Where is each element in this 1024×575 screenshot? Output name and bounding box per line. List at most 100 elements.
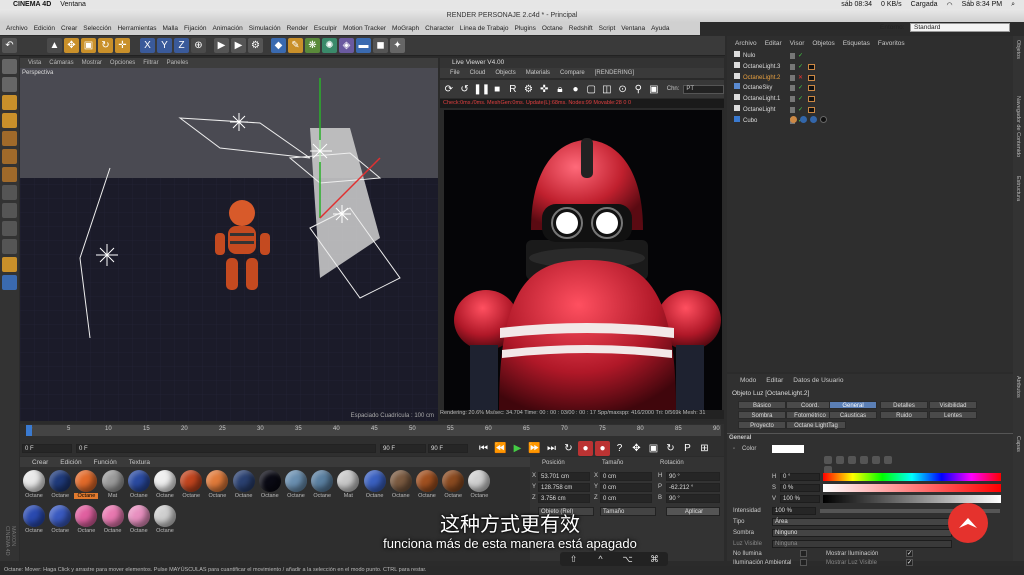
rot-p-field[interactable]: -62.212 ° [666,483,720,492]
showillum-checkbox[interactable]: ✓ [906,550,913,557]
pick-icon[interactable]: ✜ [537,82,551,97]
battery-status[interactable]: Cargada [911,1,938,8]
make-editable-icon[interactable] [2,59,17,74]
visibility-toggle[interactable] [790,85,795,92]
noillum-checkbox[interactable] [800,550,807,557]
settings-icon[interactable]: ⚙ [522,82,536,97]
attr-tab[interactable]: Cáusticas [829,411,877,419]
points-mode-icon[interactable] [2,131,17,146]
wheel-icon[interactable] [835,456,844,464]
material-swatch[interactable]: Octane [441,470,465,500]
attr-tab[interactable]: Octane LightTag [786,421,846,429]
octane-tag-icon[interactable] [808,107,815,113]
loop-icon[interactable]: ↻ [561,441,576,456]
render-image[interactable] [444,110,722,410]
object-menu-item[interactable]: Favoritos [878,40,905,47]
spectrum-icon[interactable] [847,456,856,464]
channel-icon[interactable]: ▣ [647,82,661,97]
material-swatch[interactable]: Octane [22,470,46,500]
menu-item[interactable]: Ventana [621,25,645,32]
object-menu-item[interactable]: Visor [790,40,805,47]
lock-workplane-icon[interactable] [2,239,17,254]
lv-menu-item[interactable]: Materials [526,70,550,76]
s-field[interactable]: 0 % [780,484,820,492]
attr-tab[interactable]: General [829,401,877,409]
picker-icon[interactable] [824,456,832,464]
render-view-icon[interactable]: ▶ [214,38,229,53]
octane-tag-icon[interactable] [808,85,815,92]
material-swatch[interactable]: Octane [415,470,439,500]
floor-icon[interactable]: ▬ [356,38,371,53]
x-axis-icon[interactable]: X [140,38,155,53]
menu-item[interactable]: Línea de Trabajo [460,25,509,32]
save-image-icon[interactable]: ▢ [584,82,598,97]
material-swatch[interactable]: Octane [101,505,125,535]
grid-icon[interactable] [2,275,17,290]
stop-icon[interactable]: ■ [490,82,504,97]
lv-menu-item[interactable]: Compare [560,70,585,76]
intensity-field[interactable]: 100 % [772,507,816,515]
env-select[interactable]: Standard [910,23,1010,32]
object-row[interactable]: OctaneLight.1 ✓ [734,94,1004,104]
attr-tab[interactable]: Proyecto [738,421,786,429]
material-swatch[interactable]: Octane [363,470,387,500]
refresh-icon[interactable]: ⟳ [442,82,456,97]
current-frame-field[interactable]: 0 F [76,443,376,453]
menu-item[interactable]: Animación [212,25,242,32]
material-tag-icon[interactable] [819,116,827,123]
attr-menu-item[interactable]: Modo [740,377,756,384]
vislight-select[interactable]: Ninguna [772,540,952,548]
material-swatch[interactable]: Octane [232,470,256,500]
attr-tab[interactable]: Coord. [786,401,834,409]
sphere-icon[interactable]: ● [569,82,583,97]
attr-tab[interactable]: Detalles [880,401,928,409]
octane-tag-icon[interactable] [808,74,815,81]
live-select-icon[interactable]: ✛ [115,38,130,53]
param-key-icon[interactable]: P [680,441,695,456]
side-tab[interactable]: Capas [1015,436,1021,452]
enable-check-icon[interactable]: ✓ [798,51,803,61]
snap-icon[interactable] [2,221,17,236]
menu-item[interactable]: Redshift [569,25,593,32]
workplane-icon[interactable] [2,113,17,128]
rotate-key-icon[interactable]: ↻ [663,441,678,456]
object-menu-item[interactable]: Editar [765,40,782,47]
material-swatch[interactable]: Octane [22,505,46,535]
camera-icon[interactable]: ◼ [373,38,388,53]
mac-clock[interactable]: Sáb 8:34 PM [962,1,1002,8]
material-tag-icon[interactable] [799,116,807,123]
pos-x-field[interactable]: 53.701 cm [538,472,590,481]
attr-tab[interactable]: Básico [738,401,786,409]
pin-icon[interactable]: ⚲ [631,82,645,97]
hue-slider[interactable] [823,473,1001,481]
visibility-toggle[interactable] [790,96,795,103]
menu-item[interactable]: Simulación [249,25,281,32]
hsv-icon[interactable] [883,456,892,464]
menu-item[interactable]: Motion Tracker [343,25,386,32]
material-swatch[interactable]: Octane [127,505,151,535]
render-settings-icon[interactable]: ⚙ [248,38,263,53]
scale-icon[interactable]: ▣ [81,38,96,53]
size-y-field[interactable]: 0 cm [600,483,652,492]
material-swatch[interactable]: Octane [179,470,203,500]
first-frame-icon[interactable]: ⏮ [476,441,491,456]
material-swatch[interactable]: Octane [48,505,72,535]
attr-tab[interactable]: Fotométrico [786,411,834,419]
grid-key-icon[interactable]: ⊞ [697,441,712,456]
polygons-mode-icon[interactable] [2,167,17,182]
play-icon[interactable]: ▶ [510,441,525,456]
key-icon[interactable]: ⇧ [560,554,587,565]
lock-icon[interactable]: 🔒︎ [553,82,567,97]
subdivision-icon[interactable]: ❋ [305,38,320,53]
autokey-icon[interactable]: ● [595,440,610,456]
object-menu-item[interactable]: Objetos [812,40,834,47]
object-row[interactable]: OctaneLight.2 ✕ [734,72,1004,83]
next-key-icon[interactable]: ⏩ [527,441,542,456]
side-tab[interactable]: Navegador de Contenido [1015,96,1021,157]
chn-select[interactable]: PT [683,84,724,94]
showvis-checkbox[interactable]: ✓ [906,559,913,566]
object-menu-item[interactable]: Etiquetas [843,40,870,47]
key-icon[interactable]: ^ [587,554,614,564]
side-tab[interactable]: Atributos [1015,376,1021,398]
material-swatch[interactable]: Octane [467,470,491,500]
